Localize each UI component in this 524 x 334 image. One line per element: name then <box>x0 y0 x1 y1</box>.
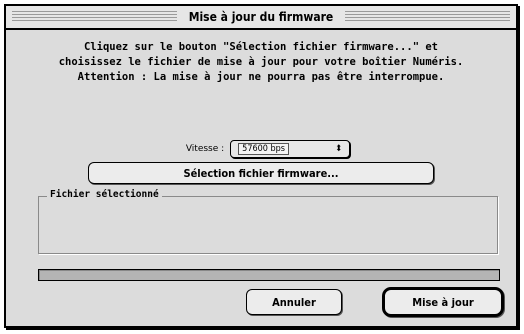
instructions-text: Cliquez sur le bouton "Sélection fichier… <box>16 40 506 85</box>
update-button[interactable]: Mise à jour <box>382 287 504 317</box>
update-progress-bar <box>38 269 500 281</box>
instruction-line-2: choisissez le fichier de mise à jour pou… <box>58 56 464 68</box>
selected-file-label: Fichier sélectionné <box>47 189 162 200</box>
instruction-line-1: Cliquez sur le bouton "Sélection fichier… <box>83 41 438 53</box>
speed-select[interactable]: 57600 bps ⬍ <box>230 140 351 158</box>
selected-file-group: Fichier sélectionné <box>38 189 498 254</box>
firmware-update-dialog: Mise à jour du firmware Cliquez sur le b… <box>4 4 518 328</box>
up-down-arrows-icon: ⬍ <box>335 144 343 154</box>
cancel-button[interactable]: Annuler <box>246 289 342 315</box>
speed-selected-value: 57600 bps <box>238 143 289 155</box>
update-button-label: Mise à jour <box>412 295 474 309</box>
speed-label: Vitesse : <box>185 144 225 154</box>
title-bar[interactable]: Mise à jour du firmware <box>6 6 516 30</box>
select-firmware-file-button[interactable]: Sélection fichier firmware... <box>88 162 434 184</box>
instruction-line-3: Attention : La mise à jour ne pourra pas… <box>77 71 445 83</box>
dialog-title: Mise à jour du firmware <box>176 10 346 24</box>
speed-row: Vitesse : 57600 bps ⬍ <box>6 140 516 158</box>
